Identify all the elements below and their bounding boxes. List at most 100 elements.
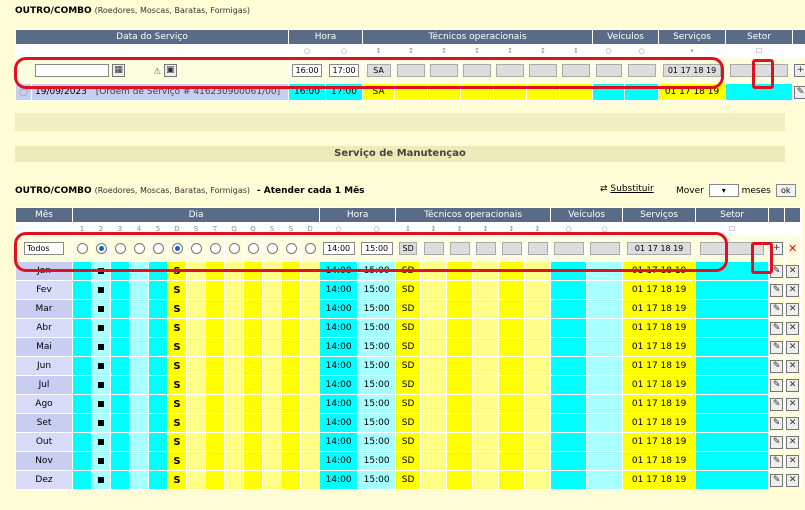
mover-label: Mover [676, 186, 704, 196]
edit-icon[interactable]: ✎ [770, 283, 784, 297]
row-hora-fim: 15:00 [357, 451, 397, 471]
row-servicos: 01 17 18 19 [622, 318, 697, 338]
row-hora-fim: 15:00 [357, 299, 397, 319]
delete-icon[interactable]: ✕ [786, 378, 800, 392]
delete-icon[interactable]: ✕ [786, 473, 800, 487]
col-veiculos: Veículos [592, 29, 660, 45]
delete-icon[interactable]: ✕ [786, 359, 800, 373]
edit-icon[interactable]: ✎ [770, 416, 784, 430]
month-label: Mai [15, 337, 73, 357]
col-tecnicos: Técnicos operacionais [362, 29, 594, 45]
row-servicos: 01 17 18 19 [622, 470, 697, 490]
edit-icon[interactable]: ✎ [794, 85, 805, 99]
row-hora-fim: 15:00 [357, 432, 397, 452]
selected-day-marker [98, 305, 104, 312]
substituir-link[interactable]: Substituir [610, 184, 653, 194]
row-hora-inicio: 14:00 [319, 394, 359, 414]
row-hora-inicio: 14:00 [319, 318, 359, 338]
selected-day-marker [98, 400, 104, 407]
selected-day-marker [98, 419, 104, 426]
col-servicos: Serviços [658, 29, 727, 45]
row-tecnico: SD [395, 375, 422, 395]
row-servicos: 01 17 18 19 [622, 451, 697, 471]
row-servicos: 01 17 18 19 [622, 432, 697, 452]
row-tecnico: SD [395, 394, 422, 414]
weekday-letter: S [167, 432, 187, 452]
weekday-letter: S [167, 337, 187, 357]
col-veiculos: Veículos [550, 207, 624, 223]
delete-icon[interactable]: ✕ [788, 242, 797, 255]
edit-icon[interactable]: ✎ [770, 340, 784, 354]
row-tecnico: SD [395, 318, 422, 338]
month-label: Jun [15, 356, 73, 376]
row-tecnico: SD [395, 299, 422, 319]
row-servicos: 01 17 18 19 [622, 337, 697, 357]
selected-day-marker [98, 438, 104, 445]
month-row: Dez S 14:00 15:00 SD 01 17 18 19 ✎ ✕ [15, 470, 802, 490]
edit-icon[interactable]: ✎ [770, 302, 784, 316]
selected-day-marker [98, 457, 104, 464]
delete-icon[interactable]: ✕ [786, 454, 800, 468]
edit-icon[interactable]: ✎ [770, 321, 784, 335]
selected-day-marker [98, 476, 104, 483]
month-label: Ago [15, 394, 73, 414]
col-hora: Hora [288, 29, 364, 45]
weekday-letter: S [167, 413, 187, 433]
month-row: Out S 14:00 15:00 SD 01 17 18 19 ✎ ✕ [15, 432, 802, 452]
month-row: Ago S 14:00 15:00 SD 01 17 18 19 ✎ ✕ [15, 394, 802, 414]
month-label: Dez [15, 470, 73, 490]
month-row: Jun S 14:00 15:00 SD 01 17 18 19 ✎ ✕ [15, 356, 802, 376]
row-tecnico: SD [395, 470, 422, 490]
add-icon[interactable]: + [794, 64, 805, 77]
weekday-letter: S [167, 318, 187, 338]
month-row: Jul S 14:00 15:00 SD 01 17 18 19 ✎ ✕ [15, 375, 802, 395]
selected-day-marker [98, 362, 104, 369]
edit-icon[interactable]: ✎ [770, 435, 784, 449]
col-tecnicos: Técnicos operacionais [395, 207, 552, 223]
edit-icon[interactable]: ✎ [770, 378, 784, 392]
col-data-servico: Data do Serviço [14, 29, 290, 45]
edit-icon[interactable]: ✎ [770, 454, 784, 468]
delete-icon[interactable]: ✕ [786, 340, 800, 354]
weekday-letter: S [167, 375, 187, 395]
row-tecnico: SD [395, 413, 422, 433]
selected-day-marker [98, 286, 104, 293]
delete-icon[interactable]: ✕ [786, 397, 800, 411]
highlight-box-bottom [14, 232, 728, 272]
edit-icon[interactable]: ✎ [770, 473, 784, 487]
month-label: Abr [15, 318, 73, 338]
row-hora-inicio: 14:00 [319, 337, 359, 357]
col-dia: Dia [71, 207, 321, 223]
bottom-header-subtitle: (Roedores, Moscas, Baratas, Formigas) [94, 186, 251, 195]
delete-icon[interactable]: ✕ [786, 264, 800, 278]
row-hora-inicio: 14:00 [319, 470, 359, 490]
delete-icon[interactable]: ✕ [786, 321, 800, 335]
row-hora-inicio: 14:00 [319, 299, 359, 319]
weekday-letter: S [167, 451, 187, 471]
weekday-letter: S [167, 299, 187, 319]
mover-select[interactable]: ▾ [708, 184, 739, 197]
col-hora: Hora [319, 207, 397, 223]
edit-icon[interactable]: ✎ [770, 359, 784, 373]
row-tecnico: SD [395, 337, 422, 357]
row-servicos: 01 17 18 19 [622, 394, 697, 414]
ok-button[interactable]: ok [775, 184, 796, 197]
weekday-letter: S [167, 280, 187, 300]
row-hora-fim: 15:00 [357, 375, 397, 395]
month-label: Set [15, 413, 73, 433]
delete-icon[interactable]: ✕ [786, 435, 800, 449]
month-row: Mar S 14:00 15:00 SD 01 17 18 19 ✎ ✕ [15, 299, 802, 319]
delete-icon[interactable]: ✕ [786, 283, 800, 297]
delete-icon[interactable]: ✕ [786, 416, 800, 430]
month-row: Fev S 14:00 15:00 SD 01 17 18 19 ✎ ✕ [15, 280, 802, 300]
row-hora-fim: 15:00 [357, 356, 397, 376]
month-label: Fev [15, 280, 73, 300]
delete-icon[interactable]: ✕ [786, 302, 800, 316]
row-hora-fim: 15:00 [357, 337, 397, 357]
edit-icon[interactable]: ✎ [770, 397, 784, 411]
substituir-icon[interactable]: ⇄ [600, 184, 608, 194]
row-tecnico: SD [395, 451, 422, 471]
highlight-add-bottom [751, 242, 773, 274]
row-hora-inicio: 14:00 [319, 451, 359, 471]
row-hora-inicio: 14:00 [319, 280, 359, 300]
